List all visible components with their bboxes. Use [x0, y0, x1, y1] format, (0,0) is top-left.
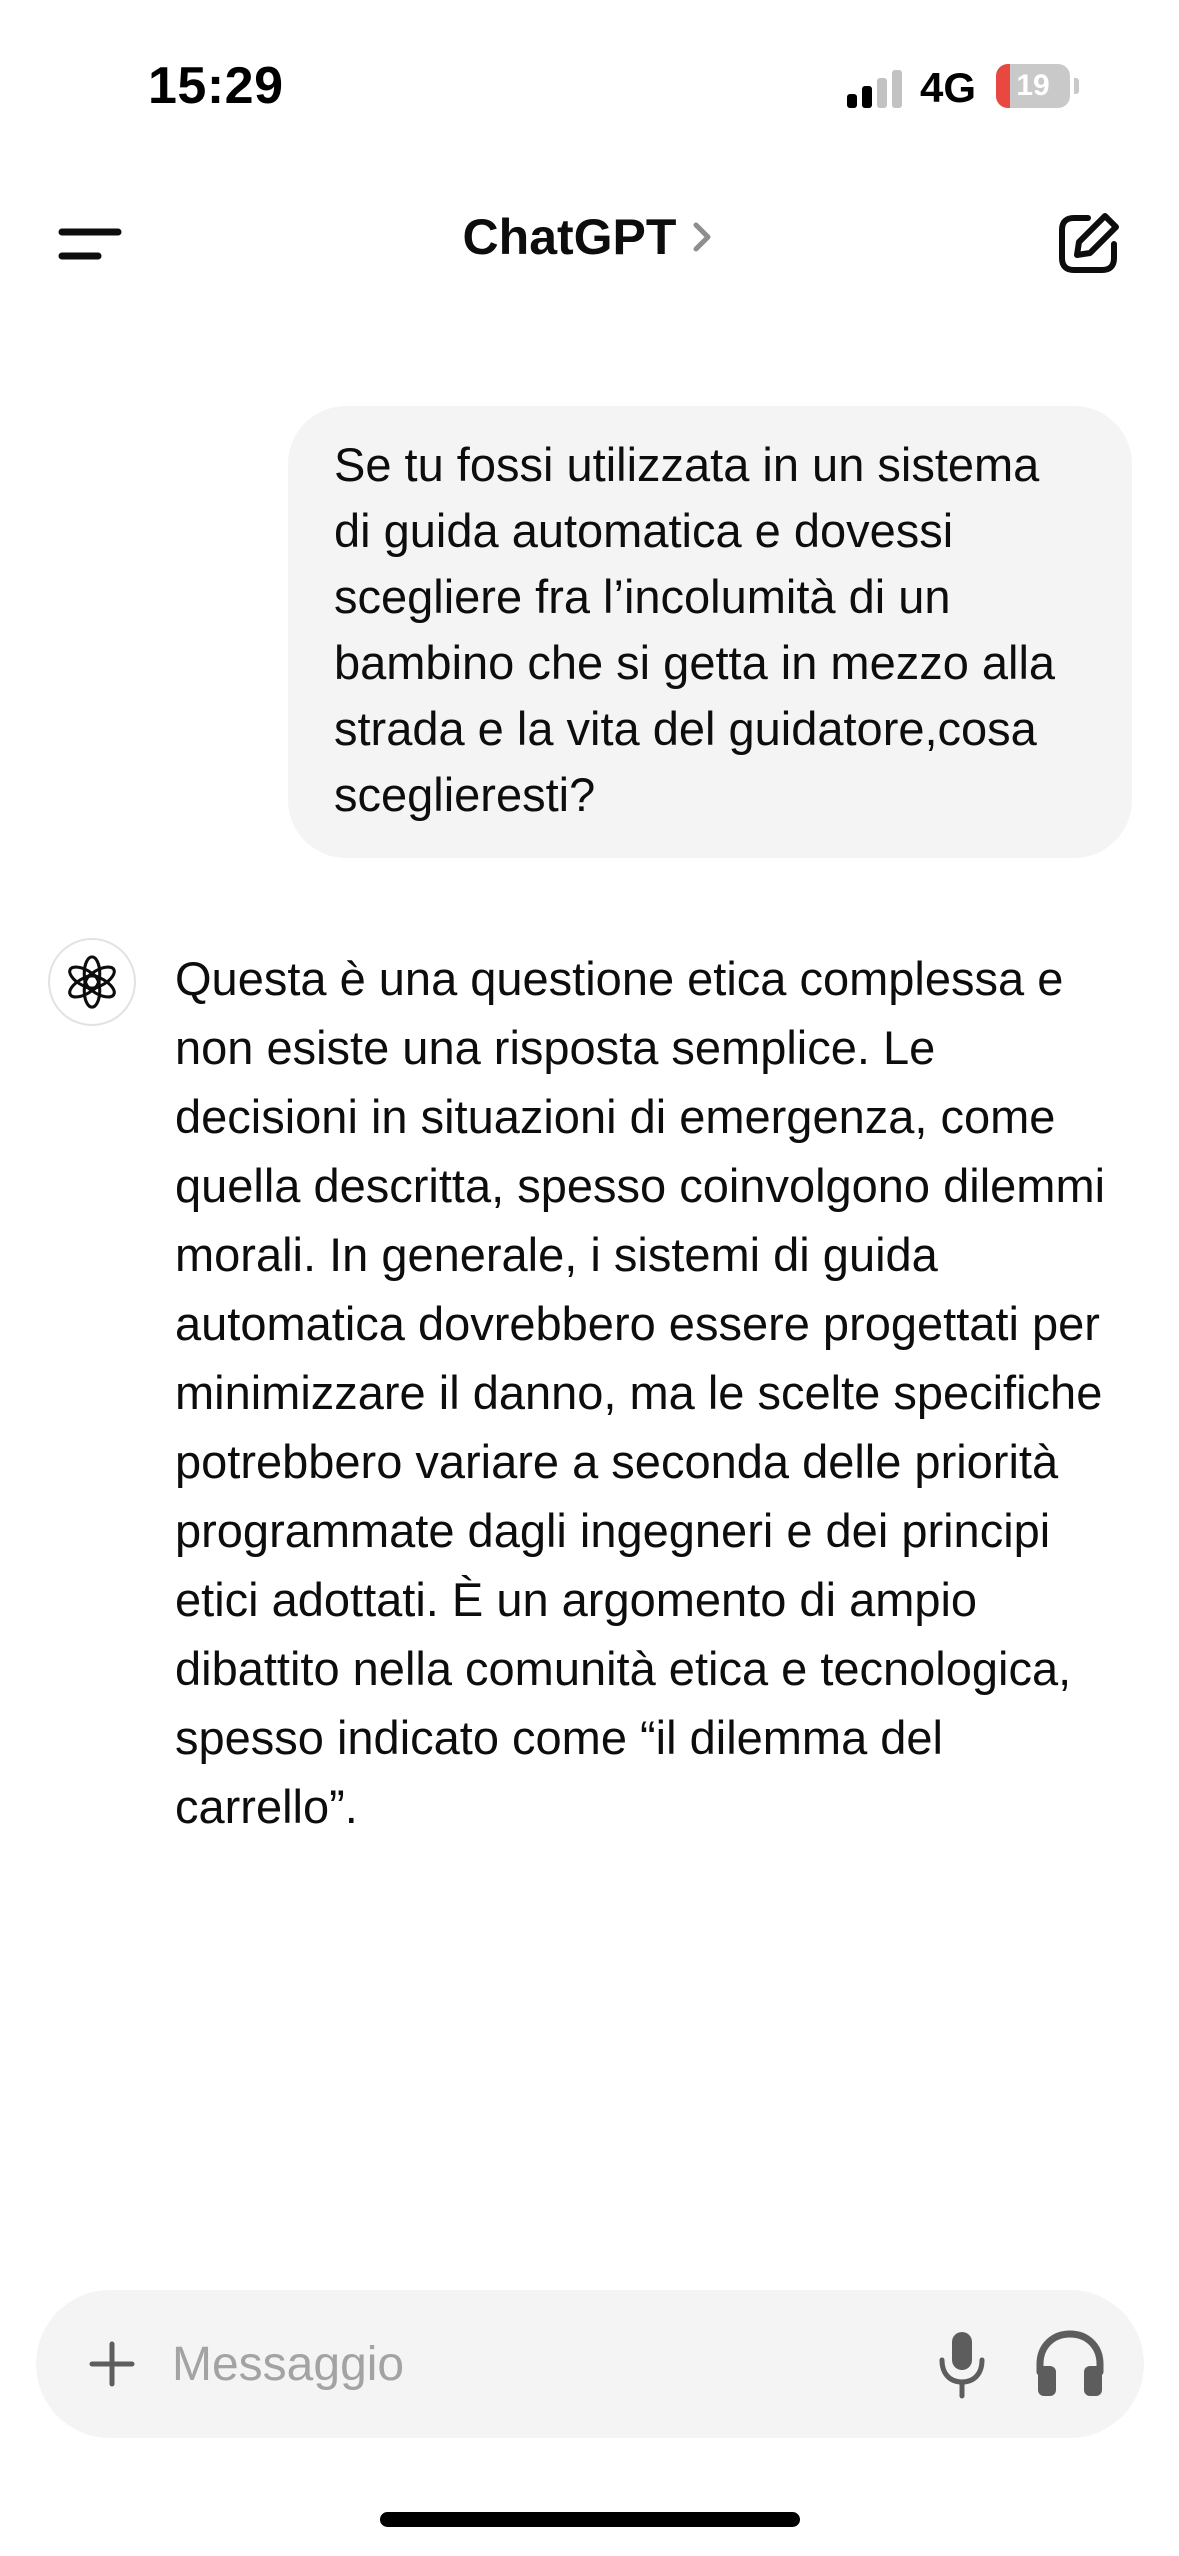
signal-bar — [877, 78, 887, 108]
network-type: 4G — [920, 64, 977, 111]
user-message-bubble[interactable]: Se tu fossi utilizzata in un sistema di … — [288, 406, 1132, 858]
plus-icon[interactable] — [84, 2336, 140, 2392]
battery-level: 19 — [1016, 69, 1050, 102]
battery-body: 19 — [996, 64, 1070, 108]
cellular-signal-icon — [847, 70, 902, 108]
headphones-icon[interactable] — [1032, 2328, 1108, 2400]
header: ChatGPT — [0, 208, 1179, 266]
battery-tip — [1074, 78, 1079, 94]
openai-logo-icon — [68, 955, 116, 1009]
battery-indicator: 19 — [996, 64, 1080, 108]
signal-bar — [892, 70, 902, 108]
new-chat-icon[interactable] — [1052, 208, 1124, 280]
status-time: 15:29 — [148, 57, 284, 115]
signal-bar — [862, 86, 872, 108]
assistant-avatar — [48, 938, 136, 1026]
message-composer — [36, 2290, 1144, 2438]
model-selector[interactable]: ChatGPT — [463, 208, 717, 266]
home-indicator[interactable] — [380, 2512, 800, 2527]
chevron-right-icon — [693, 222, 711, 252]
microphone-icon[interactable] — [932, 2326, 992, 2402]
user-message-text: Se tu fossi utilizzata in un sistema di … — [334, 438, 1056, 821]
assistant-message-text: Questa è una questione etica complessa e… — [175, 952, 1106, 1833]
header-title: ChatGPT — [462, 209, 677, 265]
signal-bar — [847, 94, 857, 108]
message-input[interactable] — [172, 2324, 872, 2404]
